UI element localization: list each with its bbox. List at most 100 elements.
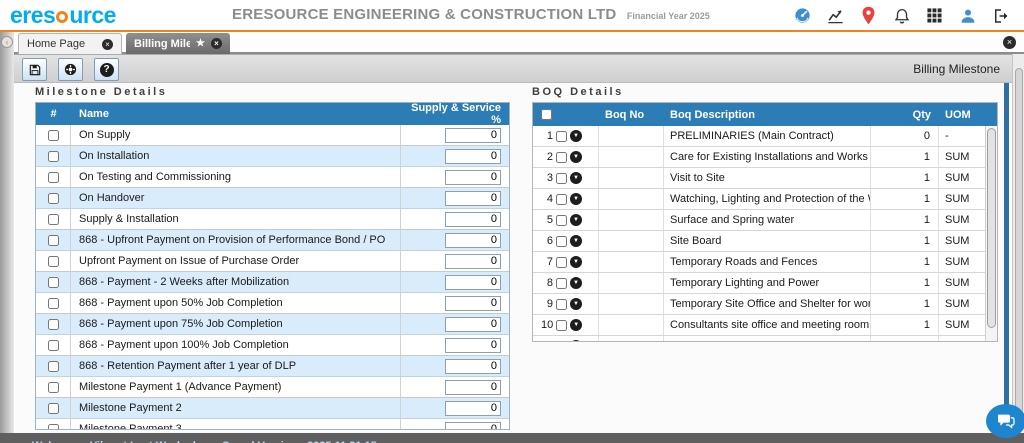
- table-row[interactable]: 868 - Payment upon 75% Job Completion: [36, 314, 509, 335]
- row-checkbox[interactable]: [48, 172, 59, 183]
- save-button[interactable]: [22, 58, 47, 81]
- table-row[interactable]: On Installation: [36, 146, 509, 167]
- close-icon[interactable]: ×: [211, 38, 222, 49]
- table-row[interactable]: 9▼Temporary Site Office and Shelter for …: [533, 294, 987, 315]
- row-checkbox[interactable]: [556, 215, 567, 226]
- table-row[interactable]: 5▼Surface and Spring water1SUM: [533, 210, 987, 231]
- expand-chevron-down-icon[interactable]: ▼: [570, 277, 582, 289]
- table-row[interactable]: 7▼Temporary Roads and Fences1SUM: [533, 252, 987, 273]
- table-row[interactable]: ▼: [533, 336, 987, 342]
- row-checkbox[interactable]: [556, 194, 567, 205]
- sidebar-collapse-arrow-icon[interactable]: ‹: [1, 36, 13, 48]
- row-checkbox[interactable]: [556, 299, 567, 310]
- supply-service-input[interactable]: [445, 422, 501, 431]
- table-row[interactable]: Supply & Installation: [36, 209, 509, 230]
- supply-service-input[interactable]: [445, 128, 501, 143]
- tab-home-page[interactable]: Home Page ×: [18, 33, 122, 54]
- row-checkbox[interactable]: [48, 340, 59, 351]
- supply-service-input[interactable]: [445, 359, 501, 374]
- row-checkbox[interactable]: [556, 173, 567, 184]
- supply-service-input[interactable]: [445, 212, 501, 227]
- table-row[interactable]: On Supply: [36, 125, 509, 146]
- row-checkbox[interactable]: [556, 152, 567, 163]
- row-checkbox[interactable]: [48, 256, 59, 267]
- chat-button[interactable]: [986, 404, 1024, 438]
- table-row[interactable]: 868 - Payment upon 100% Job Completion: [36, 335, 509, 356]
- supply-service-input[interactable]: [445, 191, 501, 206]
- sidebar-collapsed-strip[interactable]: ‹: [0, 32, 14, 433]
- boq-vertical-scrollbar[interactable]: [985, 126, 997, 342]
- row-checkbox[interactable]: [48, 130, 59, 141]
- supply-service-input[interactable]: [445, 401, 501, 416]
- supply-service-input[interactable]: [445, 317, 501, 332]
- user-profile-icon[interactable]: [958, 6, 977, 25]
- expand-chevron-down-icon[interactable]: ▼: [570, 214, 582, 226]
- main-vertical-scrollbar[interactable]: [1012, 54, 1024, 433]
- table-row[interactable]: 868 - Payment upon 50% Job Completion: [36, 293, 509, 314]
- supply-service-input[interactable]: [445, 233, 501, 248]
- expand-chevron-down-icon[interactable]: ▼: [570, 172, 582, 184]
- row-checkbox[interactable]: [48, 403, 59, 414]
- apps-grid-icon[interactable]: [925, 6, 944, 25]
- row-checkbox[interactable]: [48, 361, 59, 372]
- table-row[interactable]: 4▼Watching, Lighting and Protection of t…: [533, 189, 987, 210]
- table-row[interactable]: 10▼Consultants site office and meeting r…: [533, 315, 987, 336]
- close-all-tabs-icon[interactable]: ×: [1003, 36, 1016, 49]
- favorite-star-icon[interactable]: ★: [196, 38, 205, 49]
- supply-service-input[interactable]: [445, 275, 501, 290]
- expand-chevron-down-icon[interactable]: ▼: [570, 340, 582, 342]
- table-row[interactable]: On Handover: [36, 188, 509, 209]
- supply-service-input[interactable]: [445, 149, 501, 164]
- scrollbar-thumb[interactable]: [1015, 68, 1023, 413]
- table-row[interactable]: Milestone Payment 3: [36, 419, 509, 430]
- notifications-bell-icon[interactable]: [892, 6, 911, 25]
- expand-chevron-down-icon[interactable]: ▼: [570, 130, 582, 142]
- table-row[interactable]: 868 - Upfront Payment on Provision of Pe…: [36, 230, 509, 251]
- expand-chevron-down-icon[interactable]: ▼: [570, 256, 582, 268]
- eresource-logo[interactable]: eresurce: [10, 2, 116, 29]
- select-all-checkbox[interactable]: [541, 109, 552, 120]
- row-checkbox[interactable]: [556, 257, 567, 268]
- row-checkbox[interactable]: [556, 341, 567, 343]
- row-checkbox[interactable]: [48, 382, 59, 393]
- logout-icon[interactable]: [991, 6, 1010, 25]
- row-checkbox[interactable]: [48, 193, 59, 204]
- table-row[interactable]: 868 - Retention Payment after 1 year of …: [36, 356, 509, 377]
- table-row[interactable]: 868 - Payment - 2 Weeks after Mobilizati…: [36, 272, 509, 293]
- row-checkbox[interactable]: [48, 277, 59, 288]
- table-row[interactable]: Upfront Payment on Issue of Purchase Ord…: [36, 251, 509, 272]
- row-checkbox[interactable]: [48, 424, 59, 431]
- dashboard-gauge-icon[interactable]: [793, 6, 812, 25]
- table-row[interactable]: 1▼PRELIMINARIES (Main Contract)0-: [533, 126, 987, 147]
- supply-service-input[interactable]: [445, 380, 501, 395]
- table-row[interactable]: 6▼Site Board1SUM: [533, 231, 987, 252]
- scrollbar-thumb[interactable]: [987, 128, 996, 328]
- table-row[interactable]: 2▼Care for Existing Installations and Wo…: [533, 147, 987, 168]
- row-checkbox[interactable]: [48, 151, 59, 162]
- help-button[interactable]: ?: [94, 58, 119, 81]
- row-checkbox[interactable]: [556, 320, 567, 331]
- row-checkbox[interactable]: [556, 236, 567, 247]
- supply-service-input[interactable]: [445, 170, 501, 185]
- row-checkbox[interactable]: [48, 214, 59, 225]
- expand-chevron-down-icon[interactable]: ▼: [570, 319, 582, 331]
- location-pin-icon[interactable]: [859, 6, 878, 25]
- row-checkbox[interactable]: [48, 319, 59, 330]
- row-checkbox[interactable]: [48, 235, 59, 246]
- expand-chevron-down-icon[interactable]: ▼: [570, 151, 582, 163]
- table-row[interactable]: 3▼Visit to Site1SUM: [533, 168, 987, 189]
- table-row[interactable]: 8▼Temporary Lighting and Power1SUM: [533, 273, 987, 294]
- supply-service-input[interactable]: [445, 338, 501, 353]
- row-checkbox[interactable]: [556, 131, 567, 142]
- tab-billing-milestone[interactable]: Billing Milestone ★ ×: [126, 33, 230, 54]
- table-row[interactable]: Milestone Payment 2: [36, 398, 509, 419]
- row-checkbox[interactable]: [556, 278, 567, 289]
- table-row[interactable]: Milestone Payment 1 (Advance Payment): [36, 377, 509, 398]
- supply-service-input[interactable]: [445, 254, 501, 269]
- close-icon[interactable]: ×: [102, 39, 113, 50]
- expand-chevron-down-icon[interactable]: ▼: [570, 298, 582, 310]
- table-row[interactable]: On Testing and Commissioning: [36, 167, 509, 188]
- expand-chevron-down-icon[interactable]: ▼: [570, 235, 582, 247]
- row-checkbox[interactable]: [48, 298, 59, 309]
- expand-chevron-down-icon[interactable]: ▼: [570, 193, 582, 205]
